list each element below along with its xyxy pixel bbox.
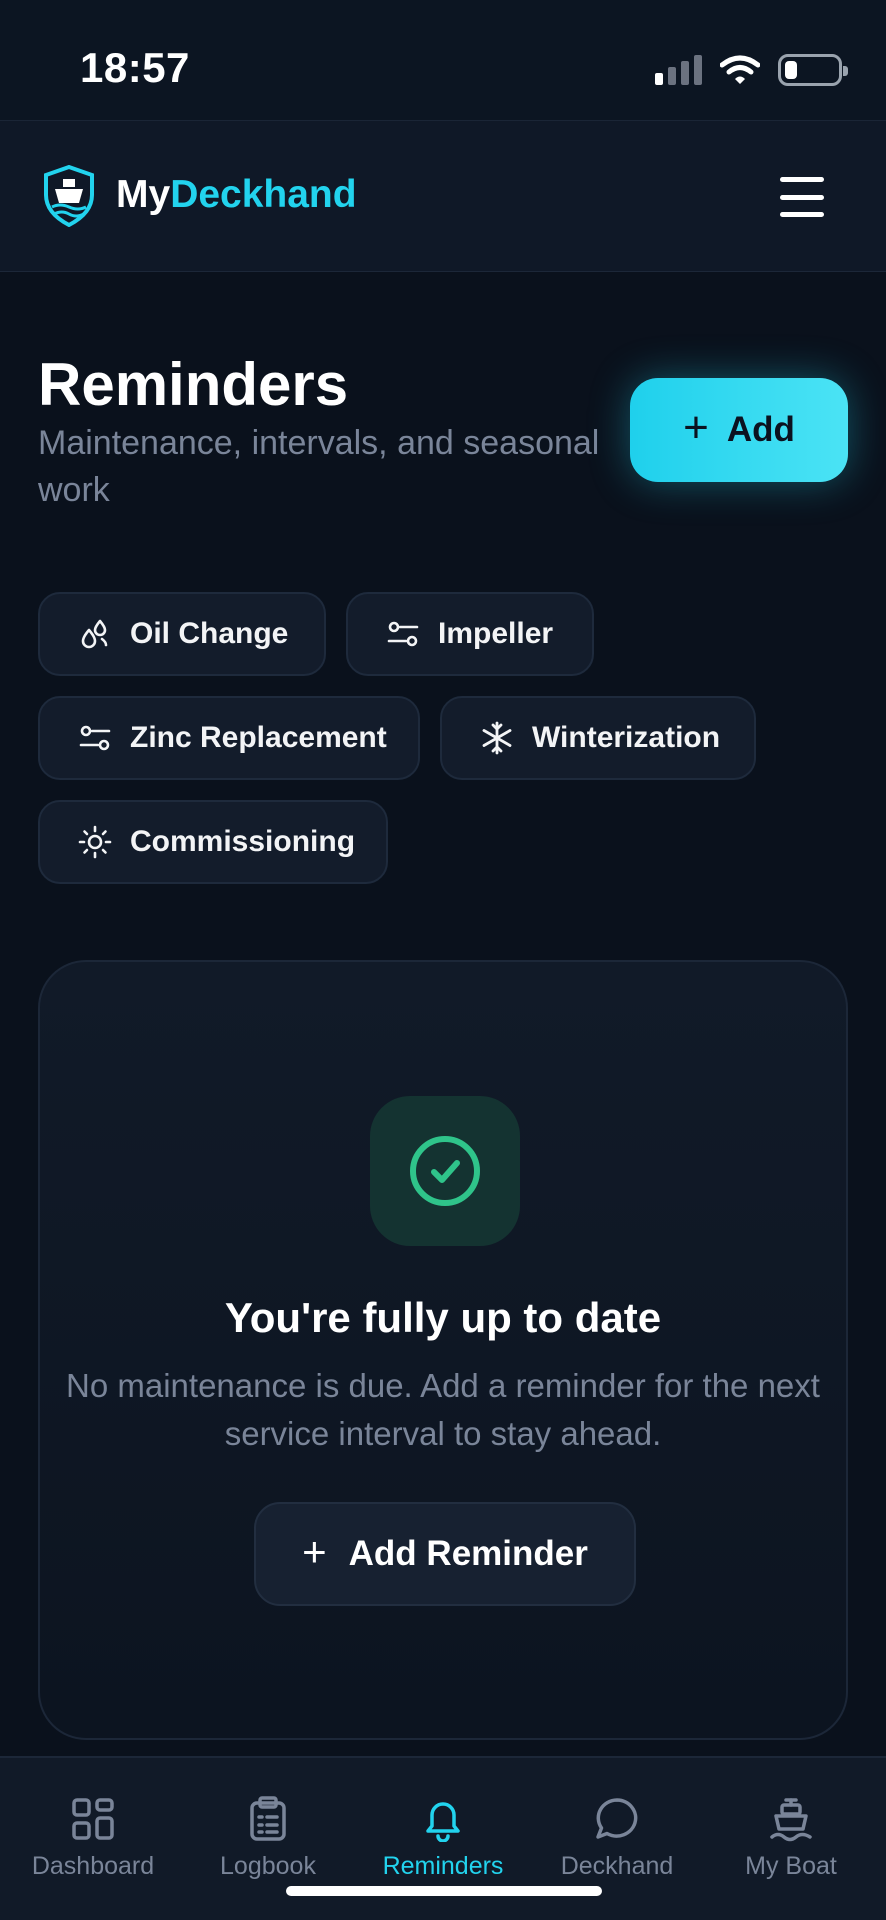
nav-label: Logbook <box>220 1852 316 1880</box>
empty-state-description: No maintenance is due. Add a reminder fo… <box>66 1367 820 1452</box>
nav-label: Reminders <box>382 1852 504 1880</box>
chip-label: Zinc Replacement <box>130 721 387 754</box>
bell-icon <box>426 1802 460 1842</box>
cellular-signal-icon <box>655 55 702 85</box>
nav-item-deckhand[interactable]: Deckhand <box>532 1796 702 1881</box>
add-reminder-label: Add Reminder <box>348 1534 588 1573</box>
page-title: Reminders <box>38 351 349 418</box>
add-button-label: Add <box>726 410 795 449</box>
hamburger-menu-button[interactable] <box>780 177 824 217</box>
snowflake-icon <box>482 721 512 755</box>
brand-prefix: My <box>116 173 171 216</box>
clipboard-icon <box>250 1796 286 1841</box>
app-header: MyDeckhand <box>0 120 886 272</box>
status-time: 18:57 <box>80 44 190 91</box>
chip-impeller[interactable]: Impeller <box>346 592 594 676</box>
nav-label: My Boat <box>745 1852 837 1880</box>
nav-label: Dashboard <box>31 1852 155 1880</box>
add-button[interactable]: + Add <box>630 378 848 482</box>
logo-icon <box>44 165 94 227</box>
chip-zinc-replacement[interactable]: Zinc Replacement <box>38 696 420 780</box>
menu-line <box>780 177 824 182</box>
chat-bubble-icon <box>596 1798 638 1839</box>
menu-line <box>780 212 824 217</box>
nav-label: Deckhand <box>560 1852 674 1880</box>
sliders-icon <box>79 725 111 751</box>
check-circle-icon <box>410 1136 480 1206</box>
add-reminder-button[interactable]: + Add Reminder <box>254 1502 636 1606</box>
empty-state-card: You're fully up to date No maintenance i… <box>38 960 848 1740</box>
check-tile <box>370 1096 520 1246</box>
boat-icon <box>770 1798 812 1842</box>
status-bar: 18:57 <box>0 0 886 120</box>
oil-drop-icon <box>81 619 108 649</box>
status-icons <box>655 50 848 90</box>
chip-label: Winterization <box>532 721 721 754</box>
empty-state-title: You're fully up to date <box>224 1294 662 1341</box>
battery-icon <box>778 54 848 86</box>
chip-label: Impeller <box>438 617 554 650</box>
nav-item-reminders[interactable]: Reminders <box>358 1796 528 1881</box>
chip-commissioning[interactable]: Commissioning <box>38 800 388 884</box>
grid-icon <box>72 1798 114 1840</box>
nav-item-dashboard[interactable]: Dashboard <box>8 1796 178 1881</box>
chip-label: Oil Change <box>130 617 289 650</box>
menu-line <box>780 194 824 200</box>
plus-icon: + <box>302 1528 327 1575</box>
home-indicator <box>286 1886 602 1896</box>
brand-name: MyDeckhand <box>116 173 357 217</box>
sliders-icon <box>387 621 419 647</box>
brand-accent: Deckhand <box>170 173 357 216</box>
nav-item-my-boat[interactable]: My Boat <box>706 1796 876 1881</box>
chip-label: Commissioning <box>130 825 356 858</box>
plus-icon: + <box>683 403 709 452</box>
chip-winterization[interactable]: Winterization <box>440 696 756 780</box>
sun-icon <box>78 825 112 859</box>
wifi-icon <box>720 55 760 84</box>
page-subtitle: Maintenance, intervals, and seasonal wor… <box>38 424 600 509</box>
chip-oil-change[interactable]: Oil Change <box>38 592 326 676</box>
nav-item-logbook[interactable]: Logbook <box>183 1796 353 1881</box>
